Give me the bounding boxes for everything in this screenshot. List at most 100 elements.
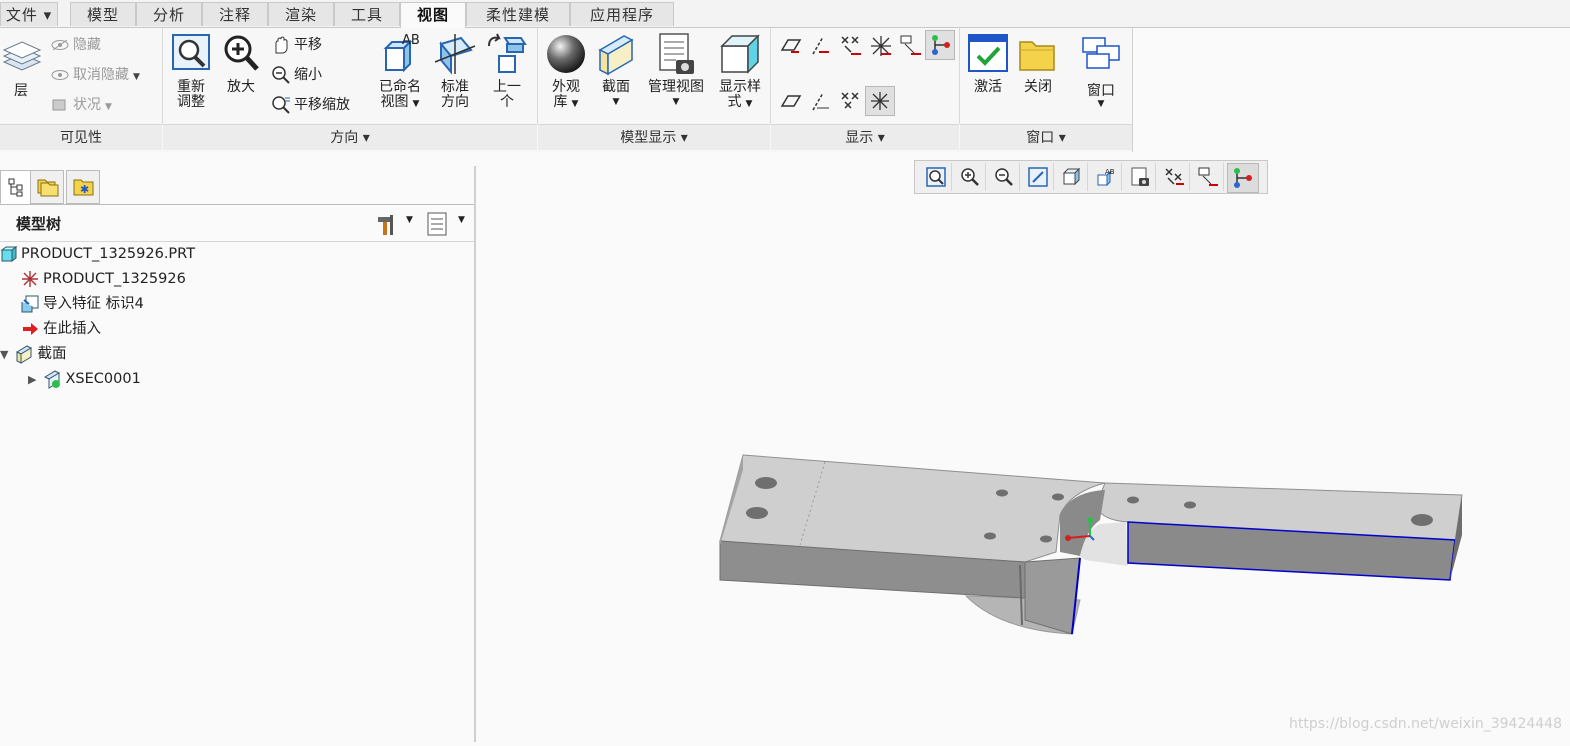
annotation-display-icon[interactable] <box>899 34 923 58</box>
standard-orientation-icon <box>434 34 476 75</box>
tab-view[interactable]: 视图 <box>400 2 466 28</box>
show-dropdown-icon[interactable]: ▼ <box>458 215 465 225</box>
tree-node-xsec[interactable]: ▶ XSEC0001 <box>28 367 141 391</box>
named-views-dropdown-icon[interactable]: ▼ <box>413 99 420 109</box>
group-visibility: 层 隐藏 取消隐藏 ▼ 状况 ▼ <box>0 28 163 124</box>
section-dropdown-icon[interactable]: ▼ <box>594 95 638 110</box>
section-icon <box>16 345 33 364</box>
pan-zoom-button[interactable]: 平移缩放 <box>271 94 350 116</box>
navigator-panel: ✱ 模型树 ▼ ▼ PRODUCT_1325926.PRT PRODUCT_13… <box>0 166 476 742</box>
pan-zoom-icon <box>272 96 290 114</box>
tab-folder-browser[interactable] <box>30 170 64 204</box>
previous-label-2: 个 <box>500 94 514 110</box>
previous-view-icon <box>488 33 527 73</box>
refit-button[interactable]: 重新 调整 <box>169 32 213 110</box>
csys-icon <box>22 271 38 287</box>
named-views-button[interactable]: AB 已命名 视图 ▼ <box>375 32 425 112</box>
manage-views-label: 管理视图 <box>648 79 704 95</box>
section-button[interactable]: 截面 ▼ <box>594 32 638 110</box>
group-label-orientation: 方向 ▾ <box>163 124 537 150</box>
activate-button[interactable]: 激活 <box>966 32 1010 95</box>
expand-toggle-icon[interactable]: ▶ <box>28 373 36 386</box>
previous-label-1: 上一 <box>493 79 521 95</box>
manage-views-button[interactable]: 管理视图 ▼ <box>644 32 708 110</box>
status-label: 状况 <box>73 97 101 113</box>
appearance-label-row: 库 ▼ <box>544 95 588 112</box>
tab-analysis[interactable]: 分析 <box>136 2 202 26</box>
activate-label: 激活 <box>974 79 1002 95</box>
windows-icon <box>1082 37 1120 69</box>
tree-node-part[interactable]: PRODUCT_1325926.PRT <box>0 242 195 266</box>
pan-button[interactable]: 平移 <box>271 34 322 56</box>
axis-display-icon[interactable] <box>809 34 833 58</box>
part-icon <box>0 246 18 262</box>
layers-icon <box>2 41 42 71</box>
close-label: 关闭 <box>1024 79 1052 95</box>
settings-tools-icon[interactable] <box>374 211 400 237</box>
settings-dropdown-icon[interactable]: ▼ <box>406 215 413 225</box>
group-orientation: 重新 调整 放大 平移 缩小 平移缩放 AB 已命名 视图 ▼ 标准 方向 上一… <box>163 28 538 124</box>
spin-center-toggle[interactable] <box>925 30 955 60</box>
point-tag-icon[interactable] <box>839 90 863 114</box>
tree-icon <box>8 178 23 197</box>
tab-annotate[interactable]: 注释 <box>202 2 268 26</box>
zoom-in-button[interactable]: 放大 <box>219 32 263 95</box>
tab-model-tree[interactable] <box>0 170 34 204</box>
named-views-label-2: 视图 <box>380 94 409 110</box>
zoom-out-button[interactable]: 缩小 <box>271 64 322 86</box>
plane-tag-icon[interactable] <box>779 90 803 114</box>
sphere-icon <box>547 35 585 73</box>
appearance-label-1: 外观 <box>552 79 580 95</box>
manage-views-dropdown-icon[interactable]: ▼ <box>644 95 708 110</box>
csys-tag-toggle[interactable] <box>865 86 895 116</box>
svg-text:AB: AB <box>402 33 420 48</box>
section-plane-icon <box>598 35 634 76</box>
axis-tag-icon[interactable] <box>809 90 833 114</box>
folder-close-icon <box>1019 41 1055 71</box>
display-style-cube-icon <box>720 34 760 74</box>
show-list-icon[interactable] <box>426 211 450 237</box>
previous-view-button[interactable]: 上一 个 <box>485 32 529 110</box>
tab-render[interactable]: 渲染 <box>268 2 334 26</box>
close-window-button[interactable]: 关闭 <box>1016 32 1060 95</box>
tab-flexible-modeling[interactable]: 柔性建模 <box>466 2 570 26</box>
model-3d-view <box>719 454 1463 635</box>
appearance-gallery-button[interactable]: 外观 库 ▼ <box>544 32 588 112</box>
tab-applications[interactable]: 应用程序 <box>570 2 674 26</box>
point-display-icon[interactable] <box>839 34 863 58</box>
layer-button[interactable]: 层 <box>2 40 42 99</box>
tab-tools[interactable]: 工具 <box>334 2 400 26</box>
appearance-label-2: 库 <box>553 94 568 110</box>
layer-label: 层 <box>14 83 28 99</box>
tab-model[interactable]: 模型 <box>70 2 136 26</box>
tree-node-csys[interactable]: PRODUCT_1325926 <box>20 267 186 291</box>
tree-node-import-feature[interactable]: 导入特征 标识4 <box>20 292 144 316</box>
display-style-button[interactable]: 显示样 式 ▼ <box>714 32 766 112</box>
tab-file[interactable]: 文件 ▾ <box>0 2 58 26</box>
status-button[interactable]: 状况 ▼ <box>50 94 112 116</box>
tab-favorites[interactable]: ✱ <box>66 170 100 204</box>
plane-display-icon[interactable] <box>779 34 803 58</box>
appearance-dropdown-icon[interactable]: ▼ <box>572 99 579 109</box>
csys-display-icon[interactable] <box>869 34 893 58</box>
window-button[interactable]: 窗口 ▼ <box>1078 32 1124 112</box>
model-tree-header: 模型树 ▼ ▼ <box>0 204 474 242</box>
pan-label: 平移 <box>294 37 322 53</box>
hand-icon <box>275 36 288 54</box>
tree-node-label: 截面 <box>37 346 67 362</box>
unhide-dropdown-icon[interactable]: ▼ <box>133 72 140 82</box>
hide-button[interactable]: 隐藏 <box>50 34 101 56</box>
csys-tag-icon <box>871 92 889 110</box>
tree-node-insert-here[interactable]: 在此插入 <box>20 317 101 341</box>
display-style-dropdown-icon[interactable]: ▼ <box>746 99 753 109</box>
insert-arrow-icon <box>23 323 38 335</box>
window-dropdown-icon[interactable]: ▼ <box>1078 97 1124 112</box>
standard-orientation-button[interactable]: 标准 方向 <box>433 32 477 110</box>
unhide-button[interactable]: 取消隐藏 ▼ <box>50 64 140 86</box>
collapse-toggle-icon[interactable]: ▼ <box>0 348 8 361</box>
eye-icon <box>51 70 69 80</box>
tree-node-sections[interactable]: ▼ 截面 <box>0 342 66 366</box>
svg-text:✱: ✱ <box>80 183 89 196</box>
status-dropdown-icon[interactable]: ▼ <box>105 102 112 112</box>
graphics-viewport[interactable] <box>476 152 1570 742</box>
